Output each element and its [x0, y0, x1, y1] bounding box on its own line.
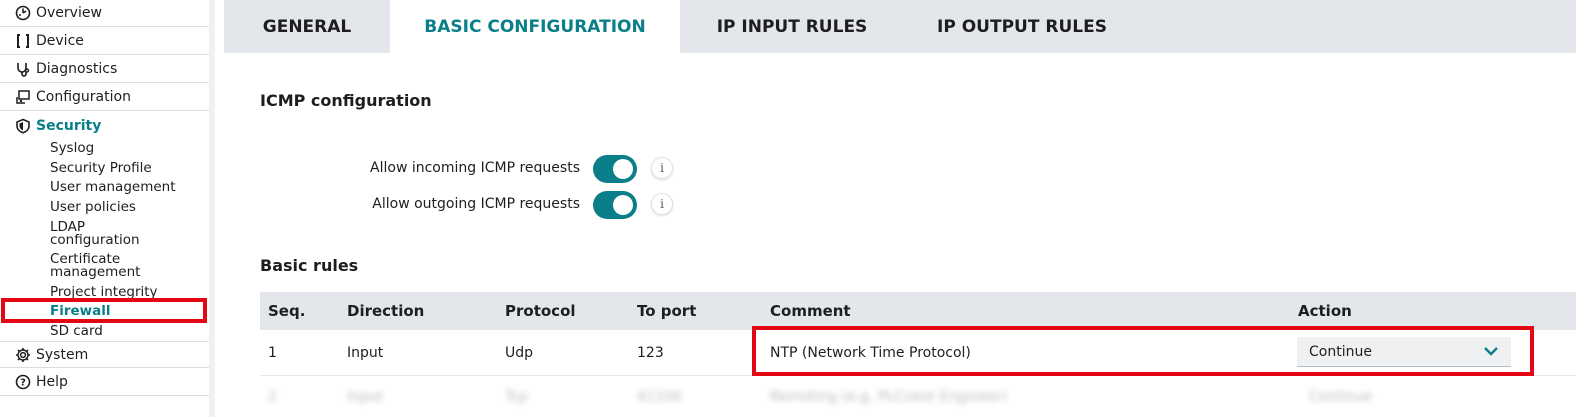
- sidebar-item-system[interactable]: System: [0, 341, 209, 368]
- sidebar-subitem-sd-card[interactable]: SD card: [50, 324, 103, 338]
- device-icon: [12, 33, 34, 49]
- sidebar-subitem-ldap-configuration[interactable]: configuration: [50, 233, 140, 247]
- tab-ip-output-rules[interactable]: IP OUTPUT RULES: [904, 0, 1140, 53]
- tab-general[interactable]: GENERAL: [224, 0, 390, 53]
- outgoing-icmp-toggle[interactable]: [593, 191, 637, 219]
- gear-icon: [12, 347, 34, 363]
- info-icon[interactable]: i: [651, 157, 673, 179]
- cell-to-port: 41100: [637, 389, 682, 405]
- svg-text:?: ?: [20, 378, 26, 389]
- help-icon: ?: [12, 374, 34, 390]
- toggle-knob: [613, 195, 633, 215]
- basic-rules-title: Basic rules: [260, 256, 359, 275]
- sidebar-subitem-user-policies[interactable]: User policies: [50, 200, 136, 214]
- sidebar-item-label: Overview: [36, 5, 102, 21]
- rules-table-header: Seq. Direction Protocol To port Comment …: [260, 292, 1576, 330]
- sidebar-subitem-syslog[interactable]: Syslog: [50, 141, 94, 155]
- sidebar-item-security[interactable]: Security: [0, 112, 209, 139]
- toggle-knob: [613, 159, 633, 179]
- sidebar-item-label: Security: [36, 117, 102, 134]
- cell-protocol: Tcp: [505, 389, 528, 405]
- cell-action: Continue: [1309, 389, 1372, 405]
- sidebar-item-configuration[interactable]: Configuration: [0, 84, 209, 111]
- outgoing-icmp-label: Allow outgoing ICMP requests: [372, 196, 580, 212]
- cell-to-port: 123: [637, 345, 664, 361]
- column-header-to-port: To port: [637, 302, 697, 320]
- column-header-seq: Seq.: [268, 302, 306, 320]
- firewall-highlight-box: [1, 298, 207, 323]
- tab-basic-configuration[interactable]: BASIC CONFIGURATION: [390, 0, 680, 53]
- cell-direction: Input: [347, 345, 384, 361]
- incoming-icmp-label: Allow incoming ICMP requests: [370, 160, 580, 176]
- sidebar-subitem-user-management[interactable]: User management: [50, 180, 176, 194]
- cell-direction: Input: [347, 389, 384, 405]
- sidebar-item-label: Help: [36, 374, 68, 390]
- sidebar-item-device[interactable]: Device: [0, 28, 209, 55]
- overview-icon: [12, 5, 34, 21]
- column-header-action: Action: [1298, 302, 1352, 320]
- comment-highlight-box: [752, 326, 1534, 376]
- table-row-blurred: 2 Input Tcp 41100 Remoting (e.g. PLCnext…: [260, 377, 1576, 417]
- icmp-section-title: ICMP configuration: [260, 91, 432, 110]
- cell-protocol: Udp: [505, 345, 534, 361]
- stethoscope-icon: [12, 61, 34, 77]
- sidebar-subitem-certificate-management[interactable]: management: [50, 265, 140, 279]
- sidebar-item-label: System: [36, 346, 89, 363]
- column-header-protocol: Protocol: [505, 302, 576, 320]
- tab-bar: GENERAL BASIC CONFIGURATION IP INPUT RUL…: [224, 0, 1576, 53]
- sidebar-item-diagnostics[interactable]: Diagnostics: [0, 56, 209, 83]
- incoming-icmp-toggle[interactable]: [593, 155, 637, 183]
- shield-icon: [12, 118, 34, 134]
- sidebar-item-label: Device: [36, 33, 84, 49]
- sidebar-item-label: Diagnostics: [36, 61, 118, 77]
- configuration-icon: [12, 89, 34, 105]
- info-icon[interactable]: i: [651, 193, 673, 215]
- sidebar-nav: Overview Device Diagnostics Configuratio…: [0, 0, 215, 417]
- sidebar-item-overview[interactable]: Overview: [0, 0, 209, 27]
- cell-seq: 2: [268, 389, 277, 405]
- tab-ip-input-rules[interactable]: IP INPUT RULES: [680, 0, 904, 53]
- cell-seq: 1: [268, 345, 277, 361]
- cell-comment: Remoting (e.g. PLCnext Engineer): [770, 389, 1008, 405]
- sidebar-item-help[interactable]: ? Help: [0, 369, 209, 396]
- column-header-direction: Direction: [347, 302, 425, 320]
- sidebar-subitem-security-profile[interactable]: Security Profile: [50, 161, 152, 175]
- column-header-comment: Comment: [770, 302, 851, 320]
- sidebar-item-label: Configuration: [36, 89, 131, 105]
